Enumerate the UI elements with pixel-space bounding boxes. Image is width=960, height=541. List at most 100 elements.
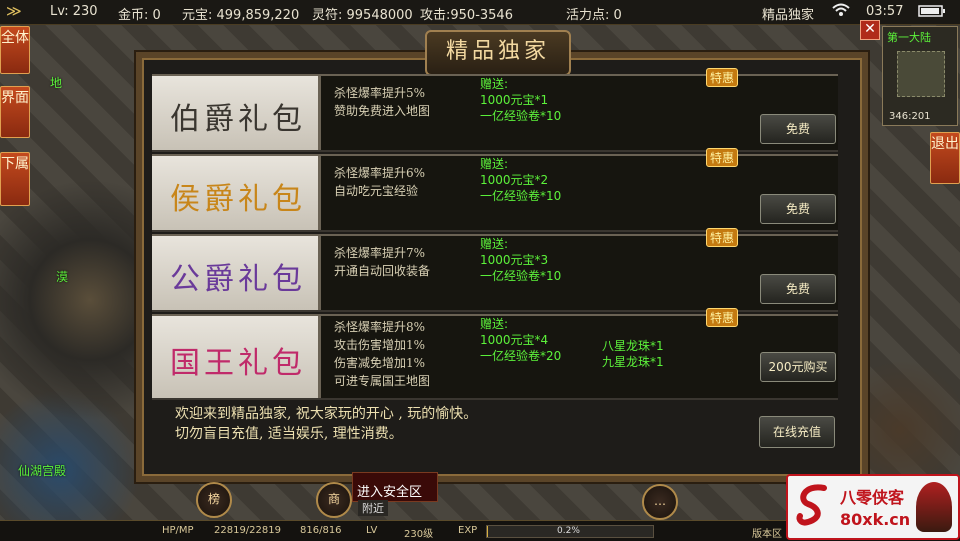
perk-text: 自动吃元宝经验 [334,182,425,200]
exp-progress-bar: 0.2% [486,525,654,538]
exp-value: 0.2% [557,526,580,536]
tab-all[interactable]: 全体 [0,26,30,74]
tab-subordinates[interactable]: 下属 [0,152,30,206]
character-avatar [916,482,952,532]
gift-item: 1000元宝*3 [480,252,561,268]
welcome-line: 切勿盲目充值, 适当娱乐, 理性消费。 [175,424,477,444]
minimap-view [897,51,945,97]
perk-text: 杀怪爆率提升7% [334,244,430,262]
chat-message: 进入安全区 [357,481,422,500]
activity-points: 活力点: 0 [566,4,622,23]
watermark-brand: 八零侠客 [840,484,904,508]
exit-button[interactable]: 退出 [930,132,960,184]
gift-label: 赠送: [480,156,561,172]
package-row: 公爵礼包 杀怪爆率提升7% 开通自动回收装备 赠送: 1000元宝*3 一亿经验… [152,234,838,312]
gift-item: 1000元宝*1 [480,92,561,108]
perk-text: 杀怪爆率提升6% [334,164,425,182]
hp-value: 22819/22819 [214,525,281,536]
dragon-logo-icon [794,482,834,528]
free-claim-button[interactable]: 免费 [760,114,836,144]
version-label: 版本区 [752,525,782,540]
perk-text: 开通自动回收装备 [334,262,430,280]
package-name: 伯爵礼包 [170,94,306,138]
current-window-name: 精品独家 [762,4,814,23]
perk-text: 攻击伤害增加1% [334,336,430,354]
gift-item: 一亿经验卷*10 [480,188,561,204]
player-level: Lv: 230 [50,4,98,19]
chat-tab-nearby[interactable]: 附近 [358,500,388,516]
battery-icon [918,5,946,21]
special-offer-badge: 特惠 [706,68,738,87]
minimap-name: 第一大陆 [887,29,931,45]
package-gifts: 赠送: 1000元宝*1 一亿经验卷*10 [480,76,561,124]
gift-item: 1000元宝*2 [480,172,561,188]
wifi-icon [832,3,850,21]
attack-range: 攻击:950-3546 [420,4,513,23]
site-watermark: 八零侠客 80xk.cn [786,474,960,540]
package-name: 公爵礼包 [170,254,306,298]
package-name: 国王礼包 [170,338,306,382]
map-npc-label[interactable]: 漠 [56,268,68,285]
back-arrow-icon[interactable]: ≫ [6,2,22,20]
hpmp-label: HP/MP [162,525,194,536]
package-perks: 杀怪爆率提升5% 赞助免费进入地图 [334,84,430,120]
package-row: 侯爵礼包 杀怪爆率提升6% 自动吃元宝经验 赠送: 1000元宝*2 一亿经验卷… [152,154,838,232]
chat-box[interactable]: 进入安全区 [352,472,438,502]
map-npc-label[interactable]: 地 [50,74,62,91]
lv-label: LV [366,525,377,536]
package-gifts: 赠送: 1000元宝*4 一亿经验卷*20 [480,316,561,364]
ranking-button[interactable]: 榜 [196,482,232,518]
panel-title: 精品独家 [425,30,571,76]
package-perks: 杀怪爆率提升8% 攻击伤害增加1% 伤害减免增加1% 可进专属国王地图 [334,318,430,390]
shop-button[interactable]: 商 [316,482,352,518]
close-icon[interactable]: ✕ [860,20,880,40]
gift-label: 赠送: [480,236,561,252]
purchase-button[interactable]: 200元购买 [760,352,836,382]
special-offer-badge: 特惠 [706,308,738,327]
package-perks: 杀怪爆率提升7% 开通自动回收装备 [334,244,430,280]
gift-item: 一亿经验卷*20 [480,348,561,364]
package-perks: 杀怪爆率提升6% 自动吃元宝经验 [334,164,425,200]
free-claim-button[interactable]: 免费 [760,194,836,224]
gold-count: 金币: 0 [118,4,161,23]
welcome-message: 欢迎来到精品独家, 祝大家玩的开心 , 玩的愉快。 切勿盲目充值, 适当娱乐, … [175,404,477,444]
package-name-cell: 伯爵礼包 [152,76,321,150]
perk-text: 伤害减免增加1% [334,354,430,372]
special-offer-badge: 特惠 [706,148,738,167]
special-offer-badge: 特惠 [706,228,738,247]
package-gifts: 赠送: 1000元宝*2 一亿经验卷*10 [480,156,561,204]
package-name-cell: 国王礼包 [152,316,321,398]
package-extra-gifts: 八星龙珠*1 九星龙珠*1 [602,338,664,370]
gift-item: 八星龙珠*1 [602,338,664,354]
gift-item: 九星龙珠*1 [602,354,664,370]
mp-value: 816/816 [300,525,342,536]
yuanbao-count: 元宝: 499,859,220 [182,4,299,23]
welcome-line: 欢迎来到精品独家, 祝大家玩的开心 , 玩的愉快。 [175,404,477,424]
online-recharge-button[interactable]: 在线充值 [759,416,835,448]
package-name: 侯爵礼包 [170,174,306,218]
perk-text: 杀怪爆率提升8% [334,318,430,336]
lv-value: 230级 [404,525,433,540]
gift-item: 一亿经验卷*10 [480,108,561,124]
status-bar: ≫ Lv: 230 金币: 0 元宝: 499,859,220 灵符: 9954… [0,0,960,25]
minimap-coords: 346:201 [889,111,931,122]
gift-item: 一亿经验卷*10 [480,268,561,284]
perk-text: 可进专属国王地图 [334,372,430,390]
chat-bubble-icon[interactable]: … [642,484,678,520]
free-claim-button[interactable]: 免费 [760,274,836,304]
tab-interface[interactable]: 界面 [0,86,30,138]
package-name-cell: 公爵礼包 [152,236,321,310]
clock: 03:57 [866,4,903,19]
package-row: 国王礼包 杀怪爆率提升8% 攻击伤害增加1% 伤害减免增加1% 可进专属国王地图… [152,314,838,400]
watermark-site: 80xk.cn [840,510,910,529]
minimap[interactable]: 第一大陆 346:201 [882,26,958,126]
gift-label: 赠送: [480,76,561,92]
perk-text: 杀怪爆率提升5% [334,84,430,102]
package-gifts: 赠送: 1000元宝*3 一亿经验卷*10 [480,236,561,284]
map-city-label[interactable]: 仙湖宫殿 [18,462,66,479]
gift-label: 赠送: [480,316,561,332]
gift-item: 1000元宝*4 [480,332,561,348]
package-name-cell: 侯爵礼包 [152,156,321,230]
package-row: 伯爵礼包 杀怪爆率提升5% 赞助免费进入地图 赠送: 1000元宝*1 一亿经验… [152,74,838,152]
perk-text: 赞助免费进入地图 [334,102,430,120]
